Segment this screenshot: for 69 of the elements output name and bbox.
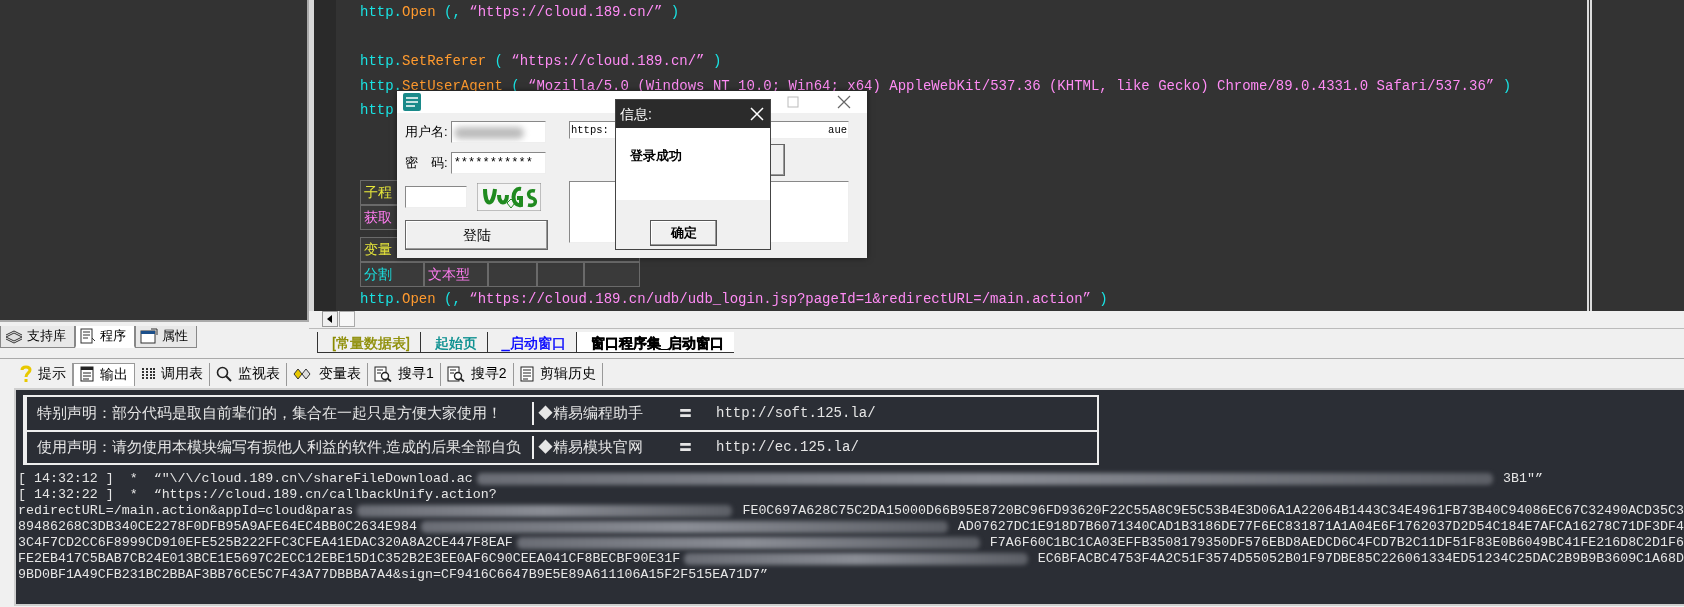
log-text: F7A6F60C1BC1CA03EFFB3508179350DF576EBD8AEDCD6C4FCD7B2C11DF51F83E0B6049BC41FE216D8C2D1F6 — [989, 535, 1684, 551]
panel-tab[interactable]: 输出 — [73, 363, 135, 386]
site-name: ◆精易模块官网 — [532, 436, 678, 459]
dialog-title: 信息: — [620, 104, 652, 124]
diamonds-icon — [293, 366, 313, 381]
field-label: 用户名: — [405, 123, 448, 142]
table-cell — [537, 261, 584, 287]
log-text: EC6BFACBC4753F4A2C51F3574D55052B01F97DBE85C226061334ED51234C25DAC2B9B9B3609C1A68D — [1037, 551, 1684, 567]
log-text: 9BD0BF1A49CFB231BC2BBAF3BB76CE5C7F43A77DBBBA7A4&sign=CF9416C6647B9E5E89A611106A15F2F515EA71D7” — [18, 567, 769, 583]
log-text: FE0C697A628C75C2DA15000D66B95E8720BC96FD93620F22C55A8C9E5C53B4E3D06A1A22064B1443C34E4961FB73B40C94086EC67C32490ACD35C3 — [742, 503, 1684, 519]
ok-button[interactable]: 确定 — [650, 220, 717, 246]
document-icon — [519, 365, 534, 382]
document-search-icon — [374, 365, 392, 382]
window-icon — [140, 328, 158, 344]
maximize-icon — [787, 96, 799, 108]
scroll-left-button[interactable] — [322, 311, 338, 327]
document-search-icon — [446, 365, 465, 382]
site-url[interactable]: http://ec.125.la/ — [716, 437, 859, 458]
panel-tab[interactable]: 搜寻2 — [440, 363, 514, 386]
search-icon — [216, 365, 232, 382]
code-line: http.Open (, “https://cloud.189.cn/udb/udb_login.jsp?pageId=1&redirectURL=/main.action” ) — [360, 289, 1108, 309]
document-icon — [80, 327, 96, 344]
separator-glyph: 〓 — [678, 403, 694, 424]
panel-tab[interactable]: 调用表 — [135, 363, 210, 386]
file-tab[interactable]: 窗口程序集_启动窗口 — [575, 332, 735, 353]
field-label: 密 码: — [405, 154, 448, 173]
password-field[interactable]: *********** — [450, 152, 546, 174]
close-icon — [837, 95, 851, 109]
table-cell: 文本型 — [424, 261, 488, 287]
log-text: FE2EB417C5BAB7CB24E013BCE1E5697C2ECC12EBE15D1C352B2E3EE0AF6C90CEEA041CF8BECBF90E31F — [18, 551, 681, 567]
separator-glyph: 〓 — [678, 437, 694, 458]
notice-text: 特别声明：部分代码是取自前辈们的，集合在一起只是方便大家使用！ — [36, 403, 503, 424]
close-icon — [750, 107, 764, 121]
log-text: redirectURL=/main.action&appId=cloud&paras — [18, 503, 354, 519]
table-cell: 分割 — [360, 261, 424, 287]
site-url[interactable]: http://soft.125.la/ — [716, 403, 876, 424]
log-text: AD07627DC1E918D7B6071340CAD1B3186DE77F6EC831871A1A04E6F1762037D2D54C184E7AFCA16278C71DF3DF4 — [957, 519, 1684, 535]
arrow-left-icon — [327, 315, 333, 323]
table-cell — [488, 261, 537, 287]
code-line: http.Open (, “https://cloud.189.cn/” ) — [360, 3, 680, 22]
panel-tab[interactable]: 监视表 — [210, 363, 287, 386]
panel-tab[interactable]: 支持库 — [0, 326, 75, 348]
document-icon — [80, 366, 94, 382]
site-name: ◆精易编程助手 — [532, 402, 678, 425]
panel-tab[interactable]: 变量表 — [287, 363, 368, 386]
file-tab[interactable]: _启动窗口 — [486, 332, 576, 353]
panel-tab[interactable]: 搜寻1 — [368, 363, 441, 386]
file-tab[interactable]: [常量数据表] — [317, 332, 420, 353]
question-icon — [20, 364, 32, 383]
file-tab[interactable]: 起始页 — [419, 332, 487, 353]
panel-tab[interactable]: 属性 — [135, 326, 197, 348]
panel-tab[interactable]: 程序 — [75, 326, 135, 348]
dots-grid-icon — [141, 366, 155, 381]
log-text: [ 14:32:12 ] * “"\/\/cloud.189.cn\/shareFileDownload.ac — [18, 471, 473, 487]
table-cell — [584, 261, 640, 287]
log-text: [ 14:32:22 ] * “https://cloud.189.cn/callbackUnify.action? — [18, 487, 497, 503]
code-line: http.SetReferer ( “https://cloud.189.cn/” ) — [360, 52, 722, 71]
notice-text: 使用声明：请勿使用本模块编写有损他人利益的软件,造成的后果全部自负 — [36, 437, 523, 458]
books-icon — [5, 328, 23, 344]
login-button[interactable]: 登陆 — [405, 220, 548, 250]
log-text: 3C4F7CD2CC6F8999CD910EFE525B222FFC3CFEA41EDAC320A8A2CE447F8EAF — [18, 535, 513, 551]
panel-tab[interactable]: 剪辑历史 — [513, 363, 603, 386]
log-text: 3B1"” — [1503, 471, 1543, 487]
scroll-thumb[interactable] — [339, 311, 355, 327]
code-line: http — [360, 101, 394, 120]
username-field[interactable] — [450, 121, 546, 143]
log-text: 89486268C3DB340CE2278F0DFB95A9AFE64EC4BB0C2634E984 — [18, 519, 417, 535]
dialog-message: 登录成功 — [630, 148, 682, 163]
captcha-field[interactable] — [405, 186, 467, 208]
